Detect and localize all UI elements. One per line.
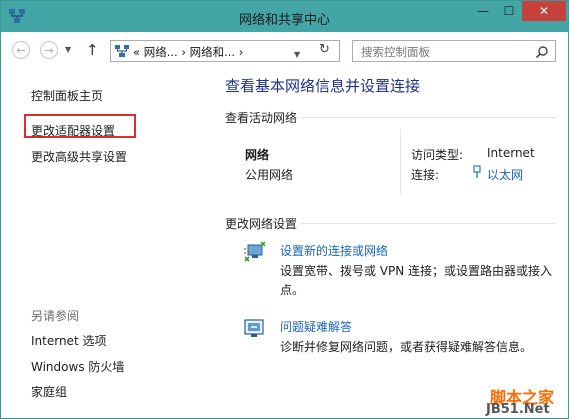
refresh-button[interactable]: ↻ [319,42,330,57]
change-settings-heading: 更改网络设置 [225,217,298,231]
title-bar[interactable]: 网络和共享中心 — ☐ ✕ [1,1,568,32]
vertical-divider [400,129,401,195]
internet-options-link[interactable]: Internet 选项 [31,332,106,349]
breadcrumb[interactable]: « 网络... › 网络和... › [133,44,243,60]
ethernet-connection-link[interactable]: 以太网 [487,166,523,183]
recent-locations-dropdown-icon[interactable]: ▼ [65,45,71,54]
network-location-icon [115,45,129,57]
page-title: 查看基本网络信息并设置连接 [225,77,421,95]
up-button[interactable]: ↑ [86,41,99,59]
divider [301,117,556,118]
access-type-label: 访问类型: [411,148,464,162]
search-icon[interactable] [535,45,549,59]
access-type-value: Internet [487,146,535,160]
network-type: 公用网络 [245,168,294,182]
back-button[interactable]: ← [12,41,30,59]
homegroup-link[interactable]: 家庭组 [31,383,67,400]
setup-connection-link[interactable]: 设置新的连接或网络 [280,242,388,259]
watermark-url: JB51.Net [486,402,550,417]
change-advanced-sharing-link[interactable]: 更改高级共享设置 [31,148,127,165]
navigation-bar: ← → ▼ ↑ « 网络... › 网络和... › ▼ ↻ 搜索控制面板 [1,32,568,68]
search-placeholder: 搜索控制面板 [361,45,430,59]
address-bar[interactable]: « 网络... › 网络和... › [110,40,340,62]
setup-description: 设置宽带、拨号或 VPN 连接；或设置路由器或接入点。 [280,264,553,297]
connections-label: 连接: [411,168,440,182]
window: 网络和共享中心 — ☐ ✕ ← → ▼ ↑ « 网络... › 网络和... ›… [0,0,569,419]
close-button[interactable]: ✕ [522,1,566,21]
minimize-button[interactable]: — [470,1,496,21]
new-connection-icon [244,241,266,262]
control-panel-home-link[interactable]: 控制面板主页 [31,87,103,104]
active-networks-heading: 查看活动网络 [225,111,298,125]
divider [301,223,556,224]
search-input[interactable]: 搜索控制面板 [352,40,556,62]
see-also-heading: 另请参阅 [31,309,80,323]
network-name: 网络 [245,148,270,162]
troubleshoot-link[interactable]: 问题疑难解答 [280,318,352,335]
maximize-button[interactable]: ☐ [496,1,522,21]
address-dropdown-icon[interactable]: ▼ [294,50,300,59]
change-adapter-settings-link[interactable]: 更改适配器设置 [31,122,115,139]
windows-firewall-link[interactable]: Windows 防火墙 [31,358,124,375]
troubleshoot-icon [244,319,264,337]
ethernet-icon [473,165,481,178]
troubleshoot-description: 诊断并修复网络问题，或者获得疑难解答信息。 [280,340,533,354]
forward-button[interactable]: → [40,41,58,59]
